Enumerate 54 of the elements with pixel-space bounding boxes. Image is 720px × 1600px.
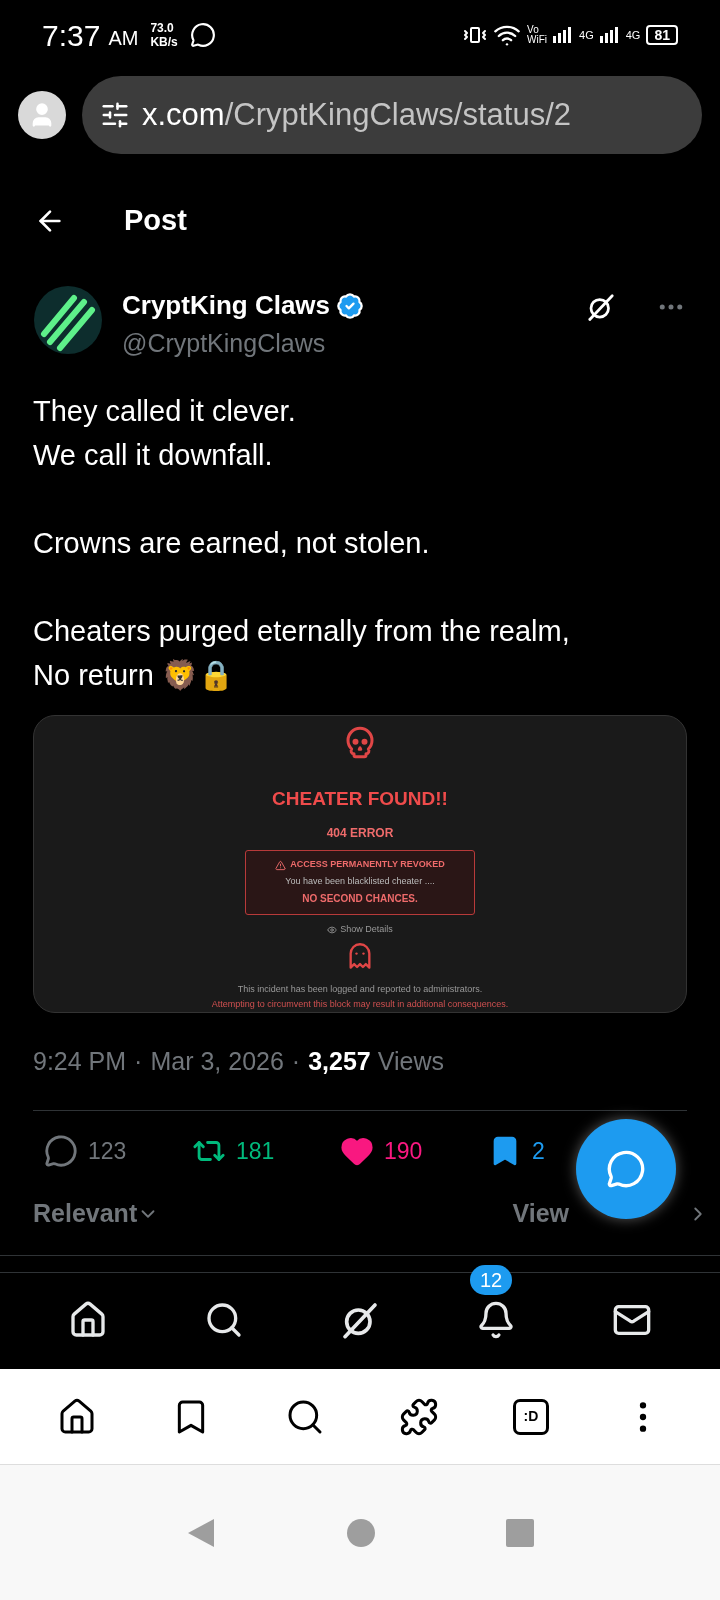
extensions-icon[interactable] xyxy=(399,1396,439,1437)
reply-button[interactable]: 123 xyxy=(44,1133,127,1169)
site-settings-icon[interactable] xyxy=(100,100,130,130)
vowifi-label: Vo xyxy=(527,25,540,35)
reply-icon xyxy=(44,1134,78,1168)
notice-text: You have been blacklisted cheater .... xyxy=(285,874,435,888)
avatar xyxy=(34,286,102,354)
signal-icon xyxy=(599,27,620,43)
post-text: They called it clever. xyxy=(33,393,297,429)
network-speed-unit: KB/s xyxy=(150,35,178,49)
bookmark-button[interactable]: 2 xyxy=(488,1133,545,1169)
like-button[interactable]: 190 xyxy=(340,1133,423,1169)
post-text: We call it downfall. xyxy=(33,437,274,473)
chat-app-icon xyxy=(189,22,216,48)
notification-badge: 12 xyxy=(470,1264,513,1295)
signal-icon xyxy=(553,27,574,43)
post-text: Cheaters purged eternally from the realm, xyxy=(33,613,571,649)
error-code: 404 ERROR xyxy=(326,824,394,842)
repost-button[interactable]: 181 xyxy=(192,1133,275,1169)
separator-dot: · xyxy=(134,1045,143,1077)
post-image[interactable] xyxy=(33,714,687,1013)
footer-text: Attempting to circumvent this block may result in additional consequences. xyxy=(211,998,509,1011)
error-title: CHEATER FOUND!! xyxy=(272,787,448,812)
post-text: No return 🦁🔒 xyxy=(33,657,235,693)
warning-icon xyxy=(275,859,287,871)
author-name[interactable]: CryptKing Claws xyxy=(122,286,331,325)
vowifi-label: WiFi xyxy=(527,35,548,45)
profile-avatar[interactable] xyxy=(18,91,66,139)
notice-strong: NO SECOND CHANCES. xyxy=(302,892,418,907)
separator-dot: · xyxy=(291,1045,301,1077)
show-details-link: Show Details xyxy=(340,923,393,937)
compose-reply-button[interactable] xyxy=(576,1119,676,1219)
view-quotes-link[interactable]: View xyxy=(512,1195,569,1233)
post-text: Crowns are earned, not stolen. xyxy=(33,525,431,561)
notice-title: ACCESS PERMANENTLY REVOKED xyxy=(290,858,445,872)
speech-bubble-icon xyxy=(606,1149,646,1189)
clock-ampm: AM xyxy=(108,26,139,51)
network-speed: 73.0 xyxy=(150,21,175,35)
author-handle[interactable]: @CryptKingClaws xyxy=(122,325,566,363)
view-count: 3,257 Views xyxy=(308,1045,444,1077)
eye-icon xyxy=(327,924,338,935)
tabs-button[interactable]: :D xyxy=(513,1398,549,1435)
url-text: x.com/CryptKingClaws/status/2 xyxy=(142,95,571,134)
clock: 7:37 xyxy=(42,17,101,54)
sort-dropdown[interactable]: Relevant xyxy=(33,1195,160,1233)
network-type: 4G xyxy=(625,27,641,43)
battery-indicator: 81 xyxy=(646,25,678,45)
page-title: Post xyxy=(124,203,187,239)
grok-icon[interactable] xyxy=(586,292,616,322)
address-bar[interactable]: x.com/CryptKingClaws/status/2 xyxy=(82,76,702,154)
post-time: 9:24 PM xyxy=(33,1045,127,1077)
footer-text: This incident has been logged and reported to administrators. xyxy=(237,982,483,996)
network-type: 4G xyxy=(579,27,594,43)
post-date: Mar 3, 2026 xyxy=(150,1045,284,1077)
